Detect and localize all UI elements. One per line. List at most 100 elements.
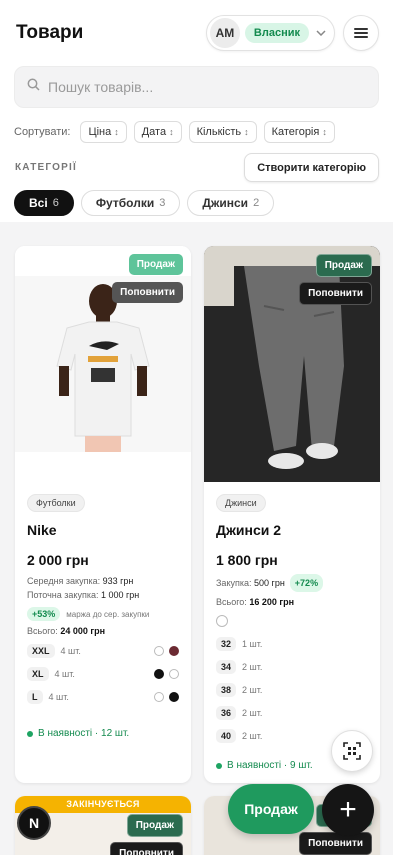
categories-heading: КАТЕГОРІЇ [15, 162, 77, 173]
sort-arrows-icon: ↕ [114, 127, 119, 137]
current-purchase-value: 1 000 грн [100, 590, 140, 600]
role-badge: Власник [244, 23, 309, 43]
total-amount: 24 000 грн [60, 626, 106, 636]
purchase-info: Закупка: 500 грн +72% [216, 574, 368, 592]
total-value: Всього: 24 000 грн [27, 626, 179, 636]
color-swatches [154, 692, 179, 702]
status-dot-icon [216, 762, 222, 769]
avg-purchase-value: 933 грн [102, 576, 134, 586]
margin-badge: +53% [27, 607, 61, 621]
n-logo-button[interactable]: N [17, 806, 51, 840]
product-card[interactable]: Продаж Поповнити Джинси Джинси 2 1 800 г… [204, 246, 380, 783]
category-chips: Всі 6 Футболки 3 Джинси 2 [14, 190, 379, 216]
sale-badge[interactable]: Продаж [126, 814, 183, 837]
sort-arrows-icon: ↕ [169, 127, 174, 137]
size-row: 36 2 шт. [216, 705, 368, 721]
top-panel: Товари АМ Власник Сортувати: Ціна↕ Дата↕… [0, 0, 393, 222]
chip-label: Джинси [202, 196, 249, 210]
color-swatch-white [154, 646, 164, 656]
create-category-button[interactable]: Створити категорію [244, 153, 379, 182]
size-qty: 2 шт. [242, 662, 263, 672]
menu-button[interactable] [343, 15, 379, 51]
total-label: Всього: [216, 597, 247, 607]
sort-label: Сортувати: [14, 126, 71, 138]
restock-badge[interactable]: Поповнити [299, 832, 372, 855]
restock-badge[interactable]: Поповнити [299, 282, 372, 305]
size-qty: 2 шт. [242, 708, 263, 718]
category-tag: Футболки [27, 494, 85, 512]
status-dot-icon [27, 730, 33, 737]
search-input[interactable] [48, 79, 366, 95]
size-row: XL 4 шт. [27, 666, 179, 682]
size-row: L 4 шт. [27, 689, 179, 705]
chip-count: 6 [52, 197, 59, 209]
sort-price-button[interactable]: Ціна ↕ [80, 121, 127, 143]
color-swatch-white [154, 692, 164, 702]
size-chip: 32 [216, 637, 237, 651]
chevron-down-icon [316, 27, 326, 39]
restock-badge[interactable]: Поповнити [110, 842, 183, 855]
sale-badge[interactable]: Продаж [128, 254, 183, 275]
color-swatch-white [169, 669, 179, 679]
product-image: Продаж Поповнити [15, 246, 191, 482]
sort-date-button[interactable]: Дата ↕ [133, 121, 182, 143]
current-purchase-label: Поточна закупка: [27, 590, 99, 600]
size-qty: 2 шт. [242, 731, 263, 741]
color-swatch-black [169, 692, 179, 702]
size-qty: 4 шт. [60, 646, 81, 656]
restock-badge[interactable]: Поповнити [112, 282, 183, 303]
size-chip: XXL [27, 644, 55, 658]
purchase-label: Закупка: [216, 578, 252, 588]
margin-row: +53% маржа до сер. закупки [27, 607, 179, 621]
hamburger-icon [354, 26, 368, 40]
search-icon [27, 78, 40, 96]
sale-badge[interactable]: Продаж [315, 254, 372, 277]
size-chip: 38 [216, 683, 237, 697]
header-actions: АМ Власник [205, 15, 379, 51]
category-chip-all[interactable]: Всі 6 [14, 190, 74, 216]
product-price: 2 000 грн [27, 552, 89, 568]
total-label: Всього: [27, 626, 58, 636]
sort-option-label: Категорія [271, 126, 320, 138]
size-chip: XL [27, 667, 49, 681]
sort-option-label: Кількість [196, 126, 242, 138]
product-card[interactable]: Продаж Поповнити Футболки Nike 2 000 грн… [15, 246, 191, 783]
size-qty: 1 шт. [242, 639, 263, 649]
category-chip-tshirts[interactable]: Футболки 3 [80, 190, 181, 216]
color-swatch-white [216, 615, 228, 627]
margin-badge: +72% [289, 574, 324, 592]
search-bar[interactable] [14, 66, 379, 108]
color-swatches [154, 646, 179, 656]
size-chip: L [27, 690, 43, 704]
size-row: XXL 4 шт. [27, 643, 179, 659]
size-chip: 36 [216, 706, 237, 720]
plus-icon: + [339, 793, 357, 826]
size-chip: 40 [216, 729, 237, 743]
add-product-button[interactable]: + [322, 784, 374, 836]
sort-category-button[interactable]: Категорія ↕ [263, 121, 335, 143]
stock-status: В наявності · 12 шт. [27, 728, 179, 739]
product-price: 1 800 грн [216, 552, 278, 568]
size-qty: 4 шт. [54, 669, 75, 679]
sort-quantity-button[interactable]: Кількість ↕ [188, 121, 257, 143]
size-row: 32 1 шт. [216, 636, 368, 652]
color-swatches [216, 613, 368, 629]
color-swatch-burgundy [169, 646, 179, 656]
chip-count: 3 [159, 197, 166, 209]
user-switcher[interactable]: АМ Власник [205, 15, 335, 51]
chip-label: Футболки [95, 196, 155, 210]
size-row: 38 2 шт. [216, 682, 368, 698]
scan-button[interactable] [331, 730, 373, 772]
avg-purchase-label: Середня закупка: [27, 576, 101, 586]
qr-scan-icon [343, 742, 361, 760]
sale-fab-button[interactable]: Продаж [228, 784, 314, 834]
category-chip-jeans[interactable]: Джинси 2 [187, 190, 275, 216]
purchase-value: 500 грн [254, 578, 285, 588]
product-grid: Продаж Поповнити Футболки Nike 2 000 грн… [15, 246, 381, 855]
sort-option-label: Дата [141, 126, 167, 138]
size-row: 34 2 шт. [216, 659, 368, 675]
size-chip: 34 [216, 660, 237, 674]
total-value: Всього: 16 200 грн [216, 597, 368, 607]
sort-arrows-icon: ↕ [244, 127, 249, 137]
header: Товари АМ Власник [14, 0, 379, 66]
